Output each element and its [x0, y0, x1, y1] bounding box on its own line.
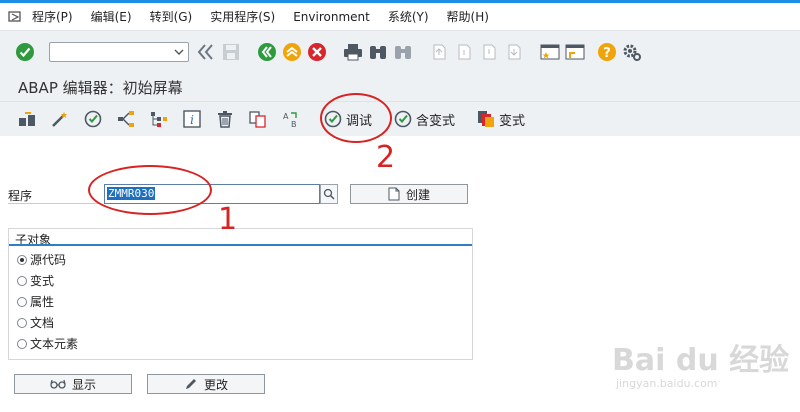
radio-variants[interactable]: 变式: [17, 272, 54, 289]
variants-label: 变式: [499, 113, 526, 129]
other-object-icon[interactable]: [16, 108, 38, 130]
svg-text:i: i: [190, 113, 194, 127]
pencil-icon: [185, 379, 196, 389]
radio-button[interactable]: [17, 296, 27, 307]
standard-toolbar: ?: [0, 31, 800, 73]
display-button[interactable]: 显示: [14, 374, 132, 394]
title-bar: ABAP 编辑器：初始屏幕: [0, 73, 800, 102]
baidu-watermark: Bai du 经验 jingyan.baidu.com: [612, 335, 789, 390]
subobjects-group: 子对象 源代码 变式 属性 文档 文本元素: [8, 228, 473, 360]
application-toolbar: i AB 调试 含变式 变式: [0, 102, 800, 136]
magic-wand-icon[interactable]: [49, 108, 71, 130]
search-help-button[interactable]: [320, 184, 338, 204]
menu-help[interactable]: 帮助(H): [447, 8, 489, 25]
execute-variant-icon: [394, 110, 412, 128]
rename-icon[interactable]: AB: [280, 108, 302, 130]
radio-button[interactable]: [17, 275, 27, 286]
execute-with-variant-label: 含变式: [416, 113, 456, 129]
chevron-down-icon[interactable]: [174, 49, 184, 55]
settings-gear-icon[interactable]: [621, 41, 643, 63]
enter-check-icon[interactable]: [14, 41, 36, 63]
menu-edit[interactable]: 编辑(E): [91, 8, 132, 25]
next-page-icon[interactable]: [478, 41, 500, 63]
menu-toggle-icon[interactable]: [6, 10, 24, 24]
help-icon[interactable]: ?: [596, 41, 618, 63]
exit-icon[interactable]: [281, 41, 303, 63]
new-document-icon: [388, 187, 400, 201]
program-label: 程序: [8, 189, 33, 203]
radio-label: 文档: [30, 316, 55, 330]
annotation-ellipse-program: [88, 165, 212, 215]
copy-icon[interactable]: [247, 108, 269, 130]
svg-text:?: ?: [603, 46, 611, 61]
watermark-main: Bai du 经验: [612, 343, 790, 378]
radio-source-code[interactable]: 源代码: [17, 251, 66, 268]
create-label: 创建: [405, 187, 430, 202]
annotation-number-1: 1: [218, 202, 238, 237]
find-icon[interactable]: [367, 41, 389, 63]
last-page-icon[interactable]: [503, 41, 525, 63]
radio-text-elements[interactable]: 文本元素: [17, 335, 78, 352]
double-chevron-left-icon[interactable]: [195, 41, 217, 63]
change-button[interactable]: 更改: [147, 374, 265, 394]
check-syntax-icon[interactable]: [82, 108, 104, 130]
delete-icon[interactable]: [214, 108, 236, 130]
variants-icon: [478, 111, 495, 127]
radio-label: 属性: [30, 295, 55, 309]
page-title: ABAP 编辑器：初始屏幕: [18, 78, 183, 97]
radio-label: 源代码: [30, 253, 67, 267]
cancel-icon[interactable]: [306, 41, 328, 63]
save-icon[interactable]: [220, 41, 242, 63]
sap-window: 程序(P) 编辑(E) 转到(G) 实用程序(S) Environment 系统…: [0, 0, 800, 412]
create-session-icon[interactable]: [539, 41, 561, 63]
menu-goto[interactable]: 转到(G): [150, 8, 193, 25]
back-icon[interactable]: [256, 41, 278, 63]
command-field[interactable]: [49, 42, 189, 62]
info-icon[interactable]: i: [181, 108, 203, 130]
radio-attributes[interactable]: 属性: [17, 293, 54, 310]
radio-button[interactable]: [17, 338, 27, 349]
radio-button[interactable]: [17, 317, 27, 328]
radio-label: 变式: [30, 274, 55, 288]
first-page-icon[interactable]: [428, 41, 450, 63]
menu-utilities[interactable]: 实用程序(S): [210, 8, 275, 25]
object-list-icon[interactable]: [148, 108, 170, 130]
menu-environment[interactable]: Environment: [293, 10, 370, 24]
radio-button-selected[interactable]: [17, 254, 27, 265]
program-label-underline: [8, 203, 100, 204]
change-label: 更改: [203, 377, 228, 392]
find-next-icon[interactable]: [392, 41, 414, 63]
menu-program[interactable]: 程序(P): [32, 8, 73, 25]
menu-bar: 程序(P) 编辑(E) 转到(G) 实用程序(S) Environment 系统…: [0, 3, 800, 31]
previous-page-icon[interactable]: [453, 41, 475, 63]
execute-with-variant-button[interactable]: 含变式: [394, 110, 455, 129]
radio-documentation[interactable]: 文档: [17, 314, 54, 331]
create-button[interactable]: 创建: [350, 184, 468, 204]
radio-label: 文本元素: [30, 337, 79, 351]
shortcut-icon[interactable]: [564, 41, 586, 63]
annotation-ellipse-debug: [320, 93, 392, 143]
search-icon: [323, 188, 335, 200]
where-used-icon[interactable]: [115, 108, 137, 130]
display-label: 显示: [71, 377, 96, 392]
menu-system[interactable]: 系统(Y): [388, 8, 429, 25]
variants-button[interactable]: 变式: [477, 110, 525, 129]
svg-text:A: A: [283, 112, 289, 121]
glasses-icon: [50, 379, 66, 389]
print-icon[interactable]: [342, 41, 364, 63]
annotation-number-2: 2: [376, 140, 396, 175]
svg-text:B: B: [291, 120, 297, 128]
group-title-line: [9, 244, 472, 246]
